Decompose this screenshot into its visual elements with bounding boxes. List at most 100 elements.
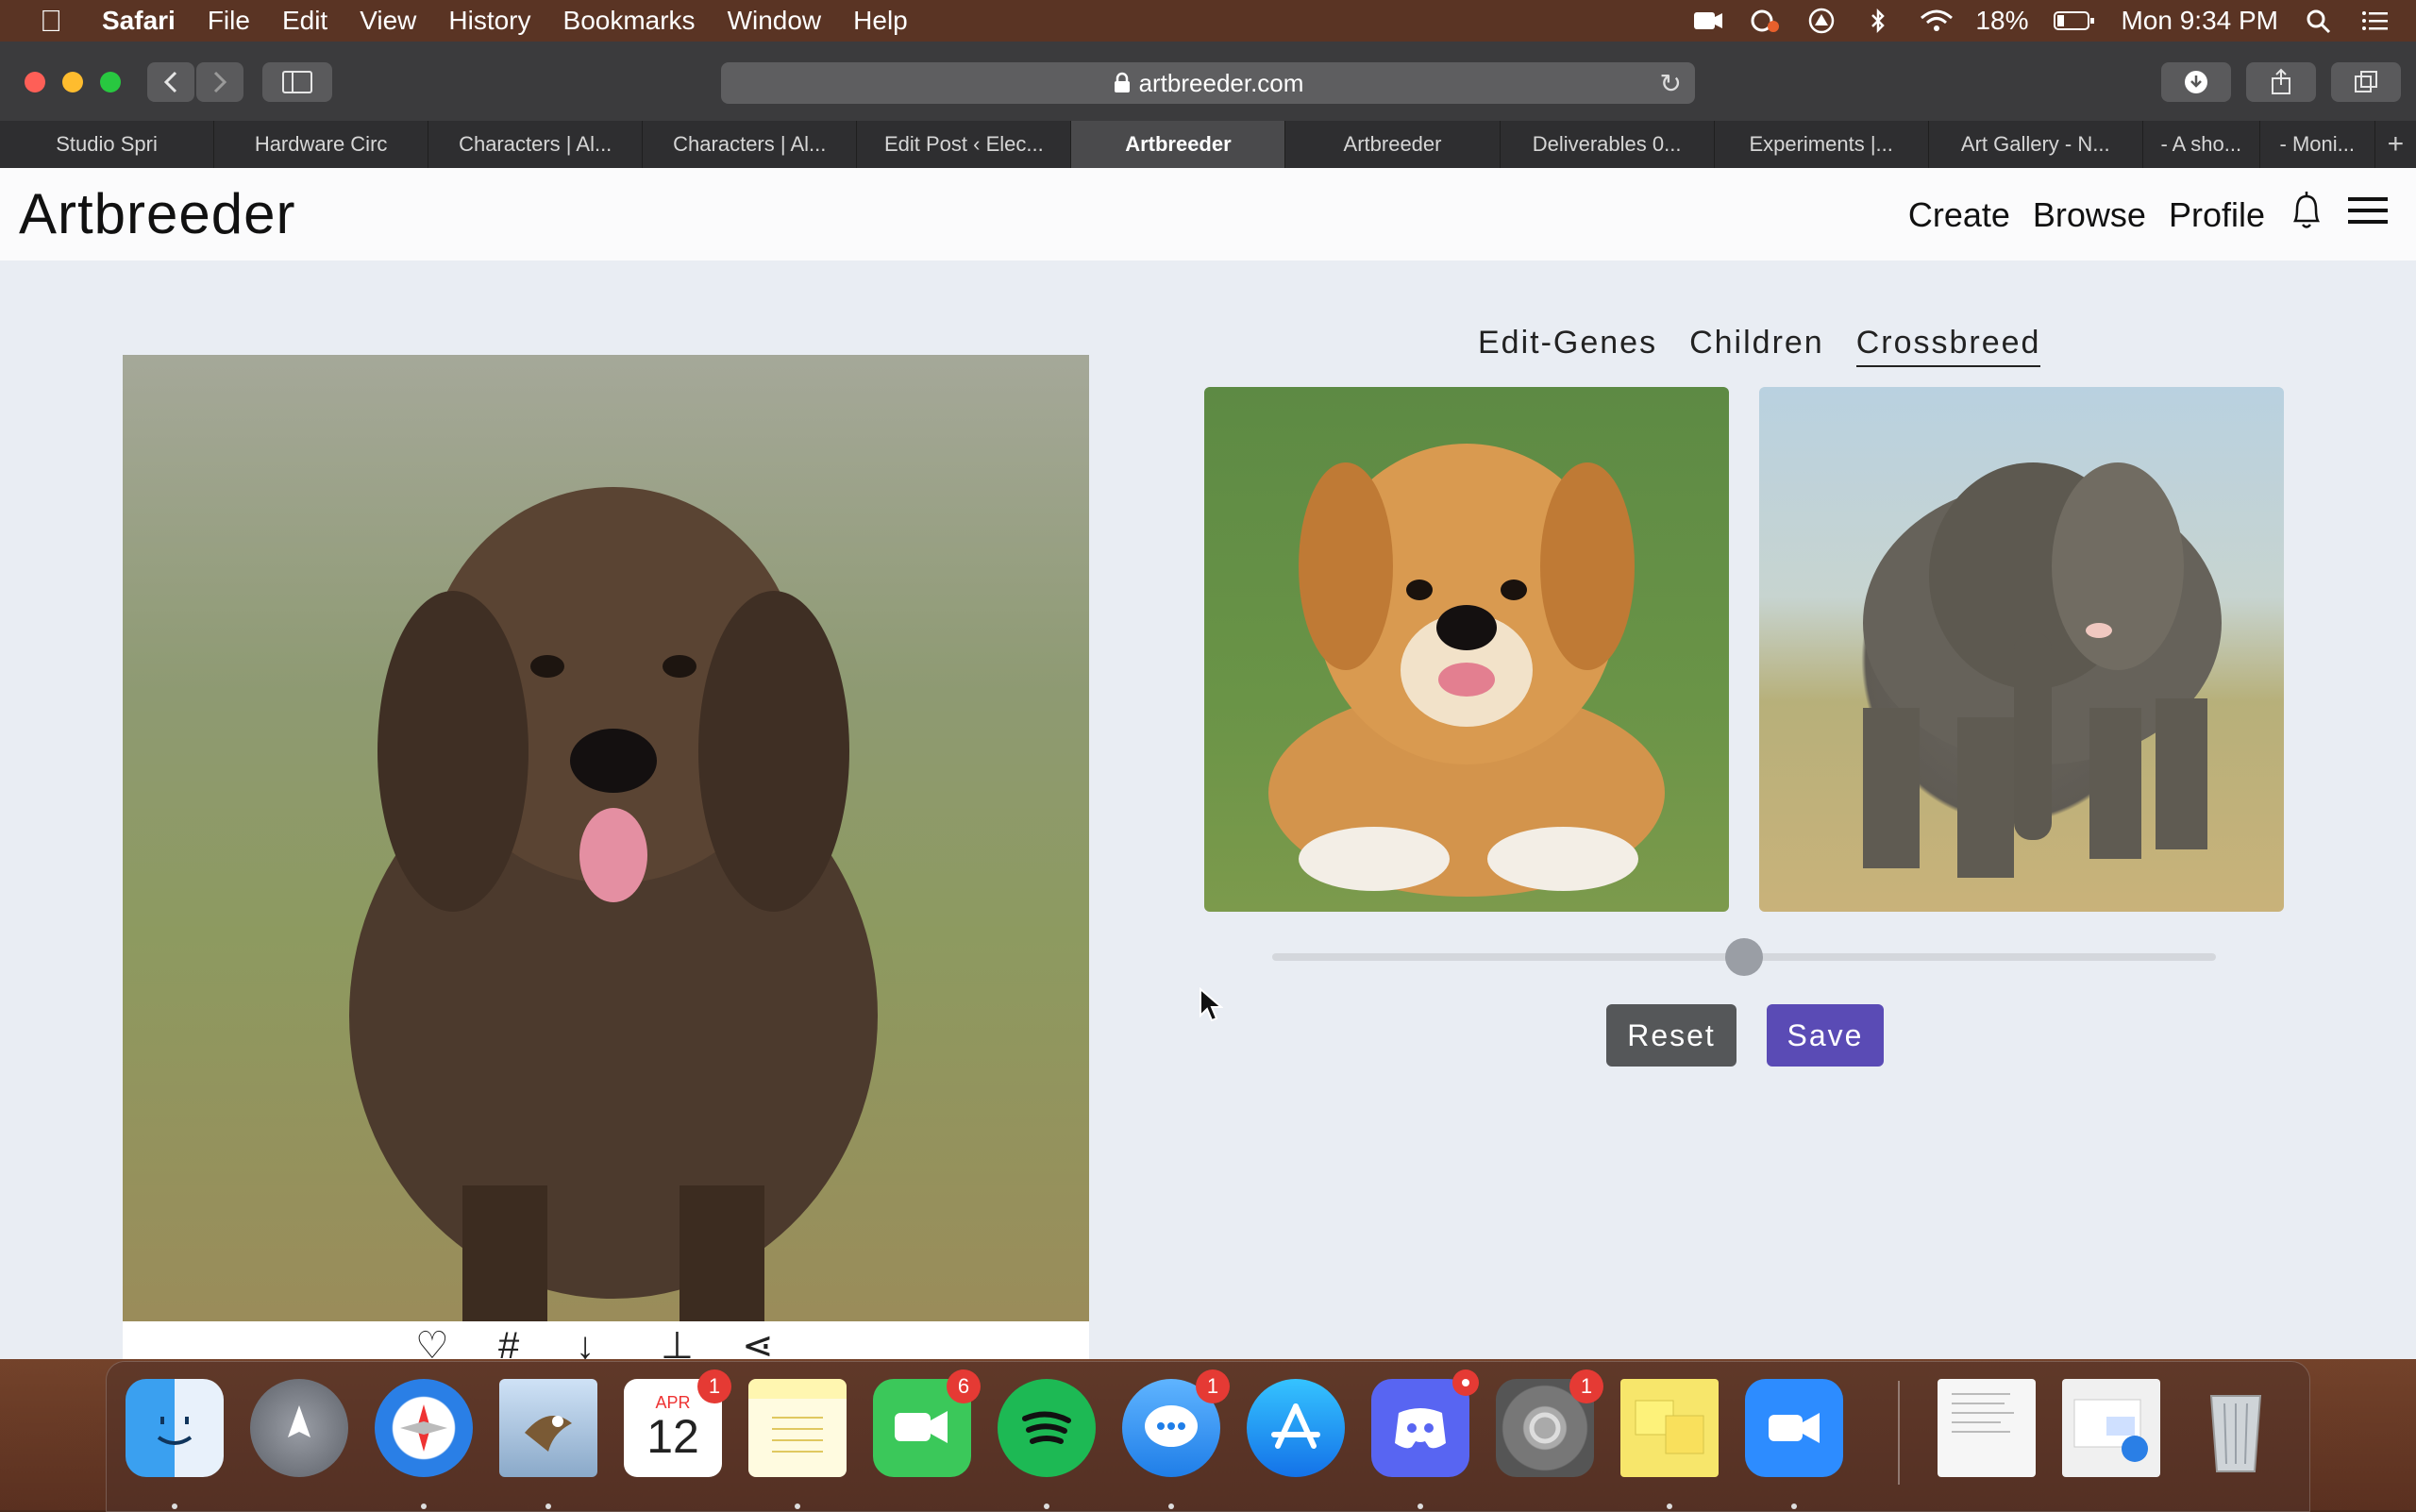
messages-icon[interactable]: 1 — [1122, 1369, 1230, 1477]
notes-icon[interactable] — [748, 1379, 847, 1477]
tab-edit-genes[interactable]: Edit-Genes — [1478, 325, 1657, 367]
battery-percent: 18% — [1975, 6, 2029, 35]
heart-icon[interactable]: ♡ — [415, 1327, 449, 1359]
address-bar[interactable]: artbreeder.com ↻ — [721, 62, 1695, 104]
zoom-window-button[interactable] — [100, 72, 121, 92]
creative-cloud-icon[interactable] — [1749, 8, 1781, 34]
browser-tab[interactable]: Edit Post ‹ Elec... — [857, 121, 1072, 168]
menubar-clock[interactable]: Mon 9:34 PM — [2121, 6, 2278, 36]
browser-tab[interactable]: Artbreeder — [1285, 121, 1501, 168]
image-actions-strip: ♡ # ↓ ⊥ ⋖ — [123, 1321, 1089, 1359]
safari-dock-icon[interactable] — [375, 1379, 473, 1477]
menu-edit[interactable]: Edit — [282, 6, 327, 36]
system-preferences-badge: 1 — [1569, 1369, 1603, 1403]
reset-button[interactable]: Reset — [1606, 1004, 1736, 1067]
crossbred-result-image[interactable] — [123, 355, 1089, 1321]
nav-browse[interactable]: Browse — [2033, 195, 2146, 235]
browser-tab[interactable]: Studio Spri — [0, 121, 215, 168]
notification-center-icon[interactable] — [2359, 8, 2391, 34]
minimize-window-button[interactable] — [62, 72, 83, 92]
browser-tab[interactable]: Art Gallery - N... — [1929, 121, 2143, 168]
messages-badge: 1 — [1196, 1369, 1230, 1403]
parent-image-elephant[interactable] — [1759, 387, 2284, 912]
browser-tab[interactable]: Experiments |... — [1715, 121, 1929, 168]
recent-window-thumbnail-icon[interactable] — [2062, 1379, 2160, 1477]
menu-bar:  Safari File Edit View History Bookmark… — [0, 0, 2416, 42]
chevron-left-icon — [163, 71, 177, 93]
share-icon[interactable]: ⋖ — [742, 1327, 774, 1359]
wifi-icon[interactable] — [1919, 8, 1954, 34]
spotify-icon[interactable] — [998, 1379, 1096, 1477]
close-window-button[interactable] — [25, 72, 45, 92]
page-content: ♡ # ↓ ⊥ ⋖ Edit-Genes Children Crossbreed — [0, 260, 2416, 1359]
parent-image-dog[interactable] — [1204, 387, 1729, 912]
stickies-icon[interactable] — [1620, 1379, 1719, 1477]
browser-tab-active[interactable]: Artbreeder — [1071, 121, 1286, 168]
reload-icon[interactable]: ↻ — [1660, 68, 1682, 99]
hashtag-icon[interactable]: # — [498, 1327, 519, 1359]
new-tab-button[interactable]: + — [2375, 121, 2416, 168]
pin-icon[interactable]: ⊥ — [661, 1327, 694, 1359]
dock-separator — [1898, 1381, 1900, 1485]
zoom-status-icon[interactable] — [1692, 8, 1724, 34]
download-icon[interactable]: ↓ — [576, 1327, 595, 1359]
nav-create[interactable]: Create — [1908, 195, 2010, 235]
finder-icon[interactable] — [126, 1379, 224, 1477]
browser-tab[interactable]: - A sho... — [2143, 121, 2260, 168]
spotlight-search-icon[interactable] — [2303, 8, 2335, 34]
site-logo[interactable]: Artbreeder — [19, 181, 295, 246]
apple-menu-icon[interactable]:  — [38, 4, 64, 39]
sidebar-toggle-button[interactable] — [262, 62, 332, 102]
editor-tabs: Edit-Genes Children Crossbreed — [1478, 325, 2072, 367]
tabs-icon — [2355, 71, 2377, 92]
mail-eagle-icon[interactable] — [499, 1379, 597, 1477]
browser-tab[interactable]: Characters | Al... — [643, 121, 858, 168]
menu-app-name[interactable]: Safari — [102, 6, 176, 36]
app-store-icon[interactable] — [1247, 1379, 1345, 1477]
notifications-bell-icon[interactable] — [2288, 189, 2325, 241]
launchpad-icon[interactable] — [250, 1379, 348, 1477]
back-button[interactable] — [147, 62, 194, 102]
bluetooth-icon[interactable] — [1862, 8, 1894, 34]
share-button[interactable] — [2246, 62, 2316, 102]
tab-overview-button[interactable] — [2331, 62, 2401, 102]
tab-crossbreed[interactable]: Crossbreed — [1855, 325, 2041, 367]
running-indicator — [172, 1504, 177, 1509]
dog-illustration — [349, 487, 878, 1321]
running-indicator — [421, 1504, 427, 1509]
dock: APR 12 1 6 1 1 — [106, 1361, 2310, 1512]
trash-icon[interactable] — [2187, 1379, 2285, 1477]
lock-icon — [1114, 72, 1130, 92]
system-preferences-icon[interactable]: 1 — [1496, 1369, 1603, 1477]
menu-bookmarks[interactable]: Bookmarks — [563, 6, 696, 36]
menu-window[interactable]: Window — [728, 6, 822, 36]
running-indicator — [1168, 1504, 1174, 1509]
save-button[interactable]: Save — [1767, 1004, 1884, 1067]
zoom-icon[interactable] — [1745, 1379, 1843, 1477]
browser-tab[interactable]: - Moni... — [2260, 121, 2375, 168]
facetime-icon[interactable]: 6 — [873, 1369, 981, 1477]
menu-view[interactable]: View — [360, 6, 416, 36]
tab-children[interactable]: Children — [1689, 325, 1824, 367]
discord-icon[interactable] — [1371, 1369, 1479, 1477]
browser-tab[interactable]: Characters | Al... — [428, 121, 644, 168]
crossbreed-slider[interactable] — [1272, 938, 2216, 976]
browser-tab[interactable]: Hardware Circ — [214, 121, 429, 168]
downloads-button[interactable] — [2161, 62, 2231, 102]
google-drive-icon[interactable] — [1805, 8, 1837, 34]
calendar-badge: 1 — [697, 1369, 731, 1403]
forward-button[interactable] — [196, 62, 243, 102]
menu-history[interactable]: History — [448, 6, 530, 36]
browser-tab[interactable]: Deliverables 0... — [1501, 121, 1715, 168]
nav-profile[interactable]: Profile — [2169, 195, 2265, 235]
menu-file[interactable]: File — [208, 6, 250, 36]
elephant-illustration — [1863, 462, 2222, 878]
calendar-icon[interactable]: APR 12 1 — [624, 1369, 731, 1477]
running-indicator — [795, 1504, 800, 1509]
battery-icon[interactable] — [2053, 8, 2096, 34]
menu-help[interactable]: Help — [853, 6, 908, 36]
crossbreed-slider-thumb[interactable] — [1725, 938, 1763, 976]
hamburger-menu-icon[interactable] — [2348, 193, 2388, 236]
site-nav: Create Browse Profile — [1908, 189, 2388, 241]
recent-document-thumbnail-icon[interactable] — [1938, 1379, 2036, 1477]
